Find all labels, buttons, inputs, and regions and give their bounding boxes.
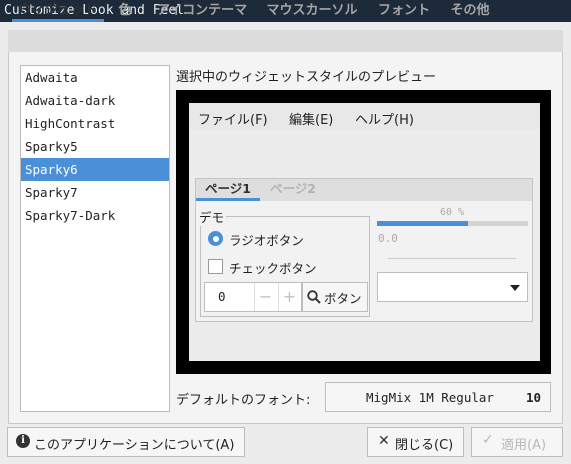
preview-progress-fill [377,221,468,226]
about-button-label: このアプリケーションについて(A) [34,438,235,453]
font-size: 10 [526,390,542,405]
preview-scale-slider[interactable] [388,258,516,259]
preview-menu-help[interactable]: ヘルプ(H) [355,109,414,128]
preview-button-label: ボタン [324,291,362,306]
theme-item-sparky5[interactable]: Sparky5 [21,135,169,158]
preview-demo-label: デモ [197,207,227,226]
close-icon: ✕ [378,433,390,449]
close-button-label: 閉じる(C) [395,438,454,453]
plus-icon[interactable]: + [278,283,301,311]
preview-tab-page2[interactable]: ページ2 [264,179,322,201]
preview-progress-bar [377,221,528,226]
apply-button-label: 適用(A) [501,438,547,453]
tab-font[interactable]: フォント [372,0,436,22]
info-icon: i [16,434,30,448]
checkbox-unchecked-icon[interactable] [208,259,223,274]
preview-menu-file[interactable]: ファイル(F) [198,109,268,128]
preview-radio-label[interactable]: ラジオボタン [229,230,304,249]
preview-label: 選択中のウィジェットスタイルのプレビュー [176,70,437,85]
preview-check-label[interactable]: チェックボタン [229,258,317,277]
tab-bar [8,30,563,52]
tab-color[interactable]: 色 [112,0,138,22]
preview-spin-value[interactable]: 0 [218,289,226,304]
chevron-down-icon[interactable] [510,285,520,291]
preview-scale-value: 0.0 [378,232,398,245]
theme-item-highcontrast[interactable]: HighContrast [21,112,169,135]
font-name: MigMix 1M Regular [366,390,494,405]
radio-checked-icon[interactable] [208,231,223,246]
theme-item-sparky7-dark[interactable]: Sparky7-Dark [21,204,169,227]
search-icon [307,290,321,304]
minus-icon[interactable]: − [254,283,277,311]
checkmark-icon: ✓ [482,432,494,448]
preview-combo-box[interactable] [377,272,528,302]
tab-widget[interactable]: ウィジェット [12,0,104,22]
theme-item-sparky6[interactable]: Sparky6 [21,158,169,181]
tab-icon-theme[interactable]: アイコンテーマ [150,0,254,22]
theme-item-sparky7[interactable]: Sparky7 [21,181,169,204]
default-font-label: デフォルトのフォント: [176,393,311,408]
preview-progress-text: 60 % [440,207,465,218]
theme-item-adwaita[interactable]: Adwaita [21,66,169,89]
preview-menu-edit[interactable]: 編集(E) [289,109,333,128]
theme-item-adwaita-dark[interactable]: Adwaita-dark [21,89,169,112]
tab-mouse-cursor[interactable]: マウスカーソル [262,0,362,22]
tab-other[interactable]: その他 [446,0,494,22]
preview-tab-page1[interactable]: ページ1 [196,179,260,201]
